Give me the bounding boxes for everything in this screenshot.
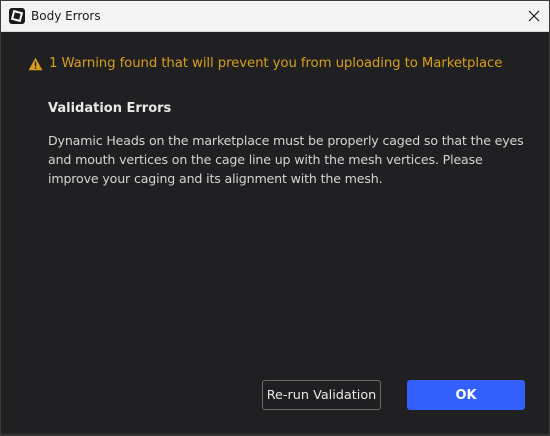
close-icon bbox=[528, 10, 540, 22]
warning-text: 1 Warning found that will prevent you fr… bbox=[49, 56, 503, 71]
error-message: Dynamic Heads on the marketplace must be… bbox=[48, 133, 524, 186]
close-button[interactable] bbox=[519, 1, 549, 31]
bottom-border bbox=[1, 433, 549, 435]
title-bar: Body Errors bbox=[1, 1, 549, 32]
warning-triangle-icon bbox=[28, 57, 43, 71]
section-title: Validation Errors bbox=[48, 101, 172, 116]
ok-button[interactable]: OK bbox=[407, 380, 525, 410]
warning-banner: 1 Warning found that will prevent you fr… bbox=[28, 56, 502, 71]
rerun-validation-button[interactable]: Re-run Validation bbox=[262, 380, 381, 410]
dialog-window: Body Errors 1 Warning found that will pr… bbox=[0, 0, 550, 436]
window-title: Body Errors bbox=[31, 9, 101, 23]
roblox-studio-icon bbox=[9, 8, 25, 24]
dialog-content: 1 Warning found that will prevent you fr… bbox=[1, 32, 549, 435]
